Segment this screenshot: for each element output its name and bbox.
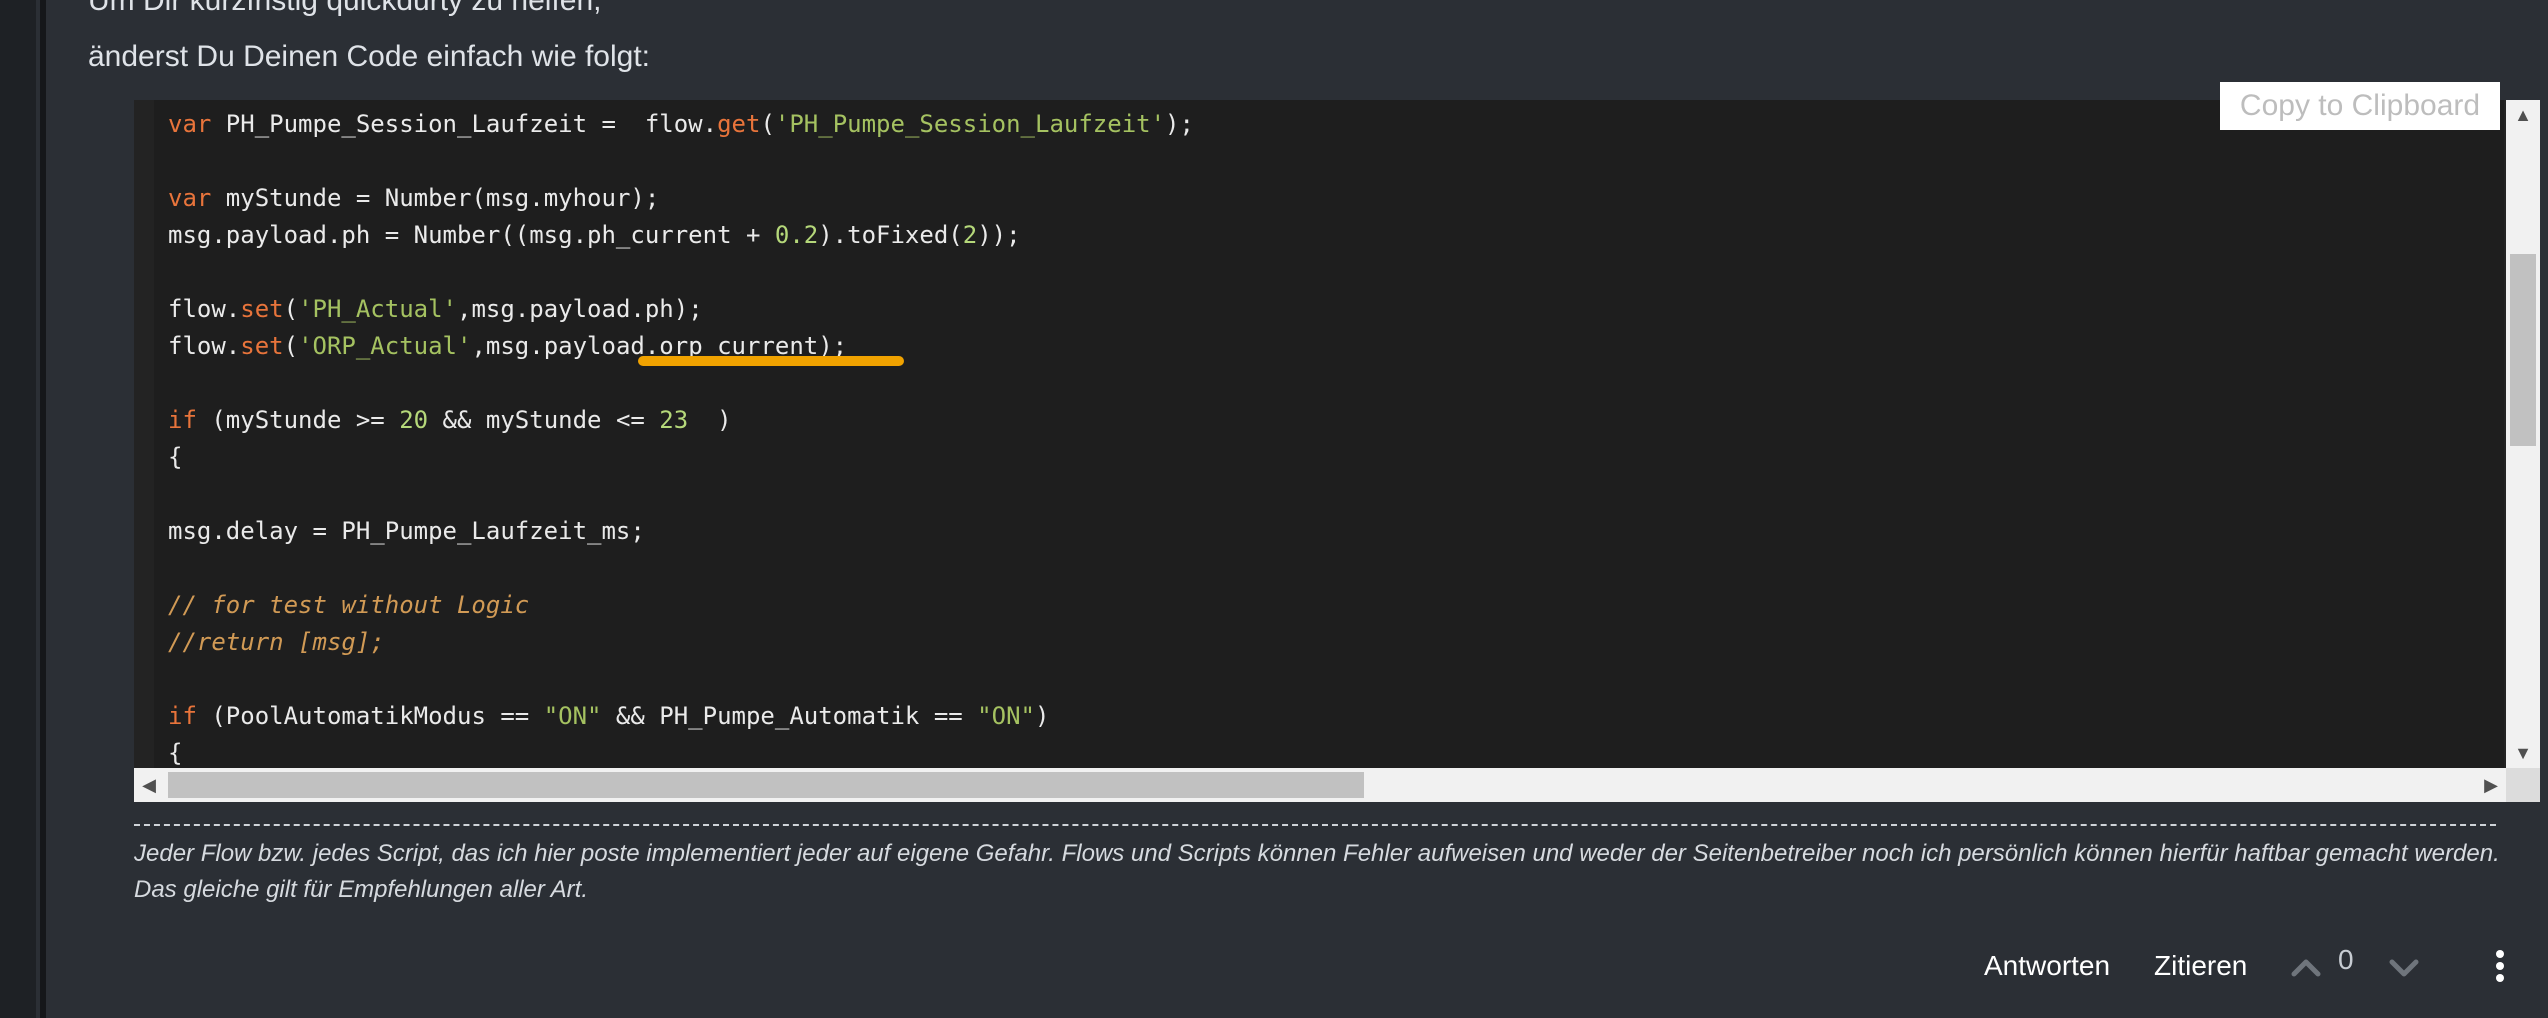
code-line-12: msg.delay = PH_Pumpe_Laufzeit_ms; [168,517,645,545]
vote-count: 0 [2338,944,2354,975]
code-line-15: //return [msg]; [168,628,385,656]
code-line-4: msg.payload.ph = Number((msg.ph_current … [168,221,1021,249]
reply-button[interactable]: Antworten [1984,942,2110,990]
code-line-3: var myStunde = Number(msg.myhour); [168,184,660,212]
horizontal-scroll-thumb[interactable] [168,772,1364,798]
code-line-14: // for test without Logic [168,591,530,619]
vertical-scroll-thumb[interactable] [2510,254,2536,446]
signature-text: Jeder Flow bzw. jedes Script, das ich hi… [134,840,2500,903]
highlight-underline [638,356,904,366]
vertical-dots-icon[interactable] [2490,946,2510,986]
post-intro-line-1: Um Dir kurzfristig quickdurty zu helfen, [88,0,602,17]
left-rail [0,0,36,1018]
code-block: var PH_Pumpe_Session_Laufzeit = flow.get… [134,100,2540,802]
chevron-down-icon[interactable] [2386,950,2422,986]
scroll-down-icon[interactable]: ▼ [2506,738,2540,768]
code-lines: var PH_Pumpe_Session_Laufzeit = flow.get… [168,106,1194,768]
signature-divider [134,824,2496,826]
code-line-18: { [168,739,183,767]
code-line-10: { [168,443,183,471]
quote-button[interactable]: Zitieren [2154,942,2247,990]
horizontal-scrollbar[interactable]: ◀ ▶ [134,768,2506,802]
code-line-6: flow.set('PH_Actual',msg.payload.ph); [168,295,703,323]
scroll-corner [2506,768,2540,802]
code-area[interactable]: var PH_Pumpe_Session_Laufzeit = flow.get… [154,100,2504,768]
scroll-left-icon[interactable]: ◀ [134,768,164,802]
code-line-17: if (PoolAutomatikModus == "ON" && PH_Pum… [168,702,1050,730]
scroll-up-icon[interactable]: ▲ [2506,100,2540,130]
copy-to-clipboard-button[interactable]: Copy to Clipboard [2220,82,2500,130]
vertical-scrollbar[interactable]: ▲ ▼ [2506,100,2540,768]
code-line-1: var PH_Pumpe_Session_Laufzeit = flow.get… [168,110,1194,138]
chevron-up-icon[interactable] [2288,950,2324,986]
code-line-9: if (myStunde >= 20 && myStunde <= 23 ) [168,406,732,434]
scroll-right-icon[interactable]: ▶ [2476,768,2506,802]
post-intro-line-2: änderst Du Deinen Code einfach wie folgt… [88,40,651,73]
